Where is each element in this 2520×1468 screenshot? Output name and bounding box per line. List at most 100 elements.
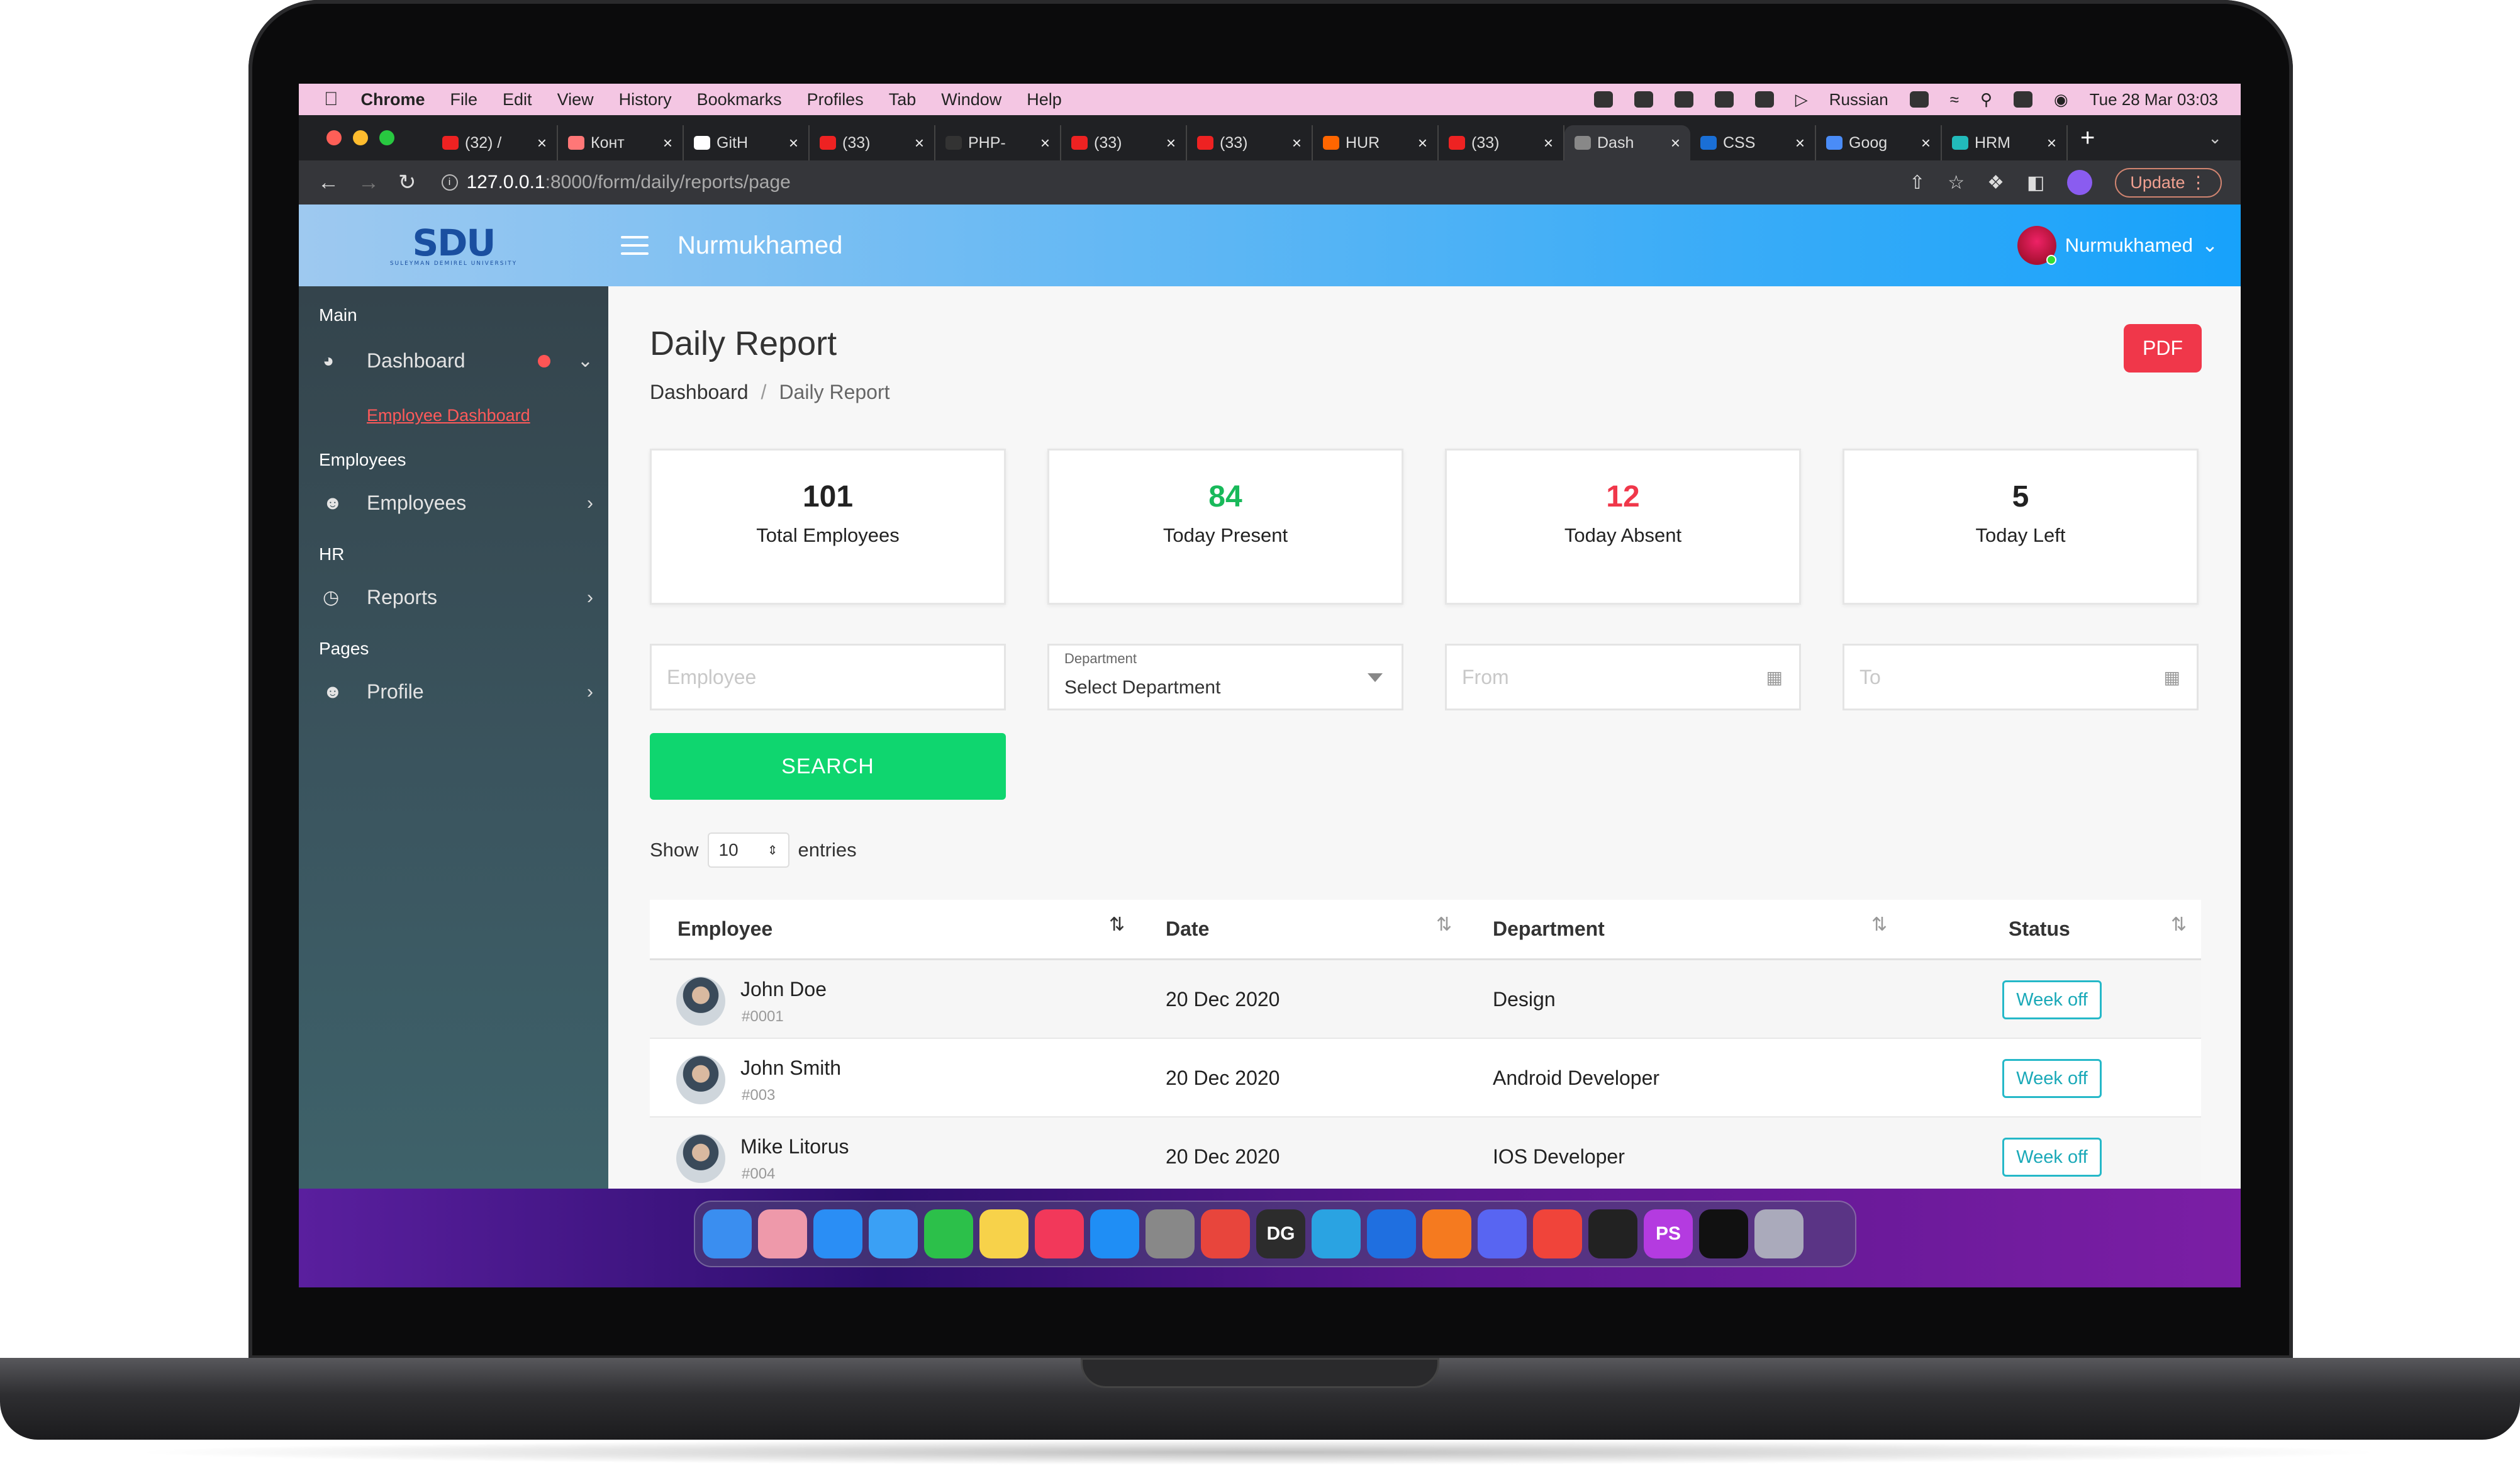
close-tab-icon[interactable]: × (537, 133, 547, 153)
calendar-icon[interactable]: ▦ (2164, 667, 2180, 688)
reload-icon[interactable]: ↻ (398, 170, 416, 195)
close-tab-icon[interactable]: × (2047, 133, 2056, 153)
menu-help[interactable]: Help (1027, 90, 1062, 109)
column-header-date[interactable]: Date (1166, 917, 1209, 941)
facetime-icon[interactable] (924, 1209, 973, 1258)
entries-select[interactable]: 10 ⇕ (707, 832, 789, 868)
browser-tab[interactable]: Goog × (1816, 125, 1942, 160)
profile-avatar-icon[interactable] (2067, 170, 2093, 195)
settings-icon[interactable] (1146, 1209, 1195, 1258)
safari-icon[interactable] (813, 1209, 862, 1258)
extensions-icon[interactable]: ❖ (1987, 172, 2004, 194)
battery-icon[interactable] (1714, 91, 1734, 108)
avatar[interactable] (676, 977, 725, 1026)
browser-tab[interactable]: GitH × (684, 125, 810, 160)
telegram-icon[interactable] (1312, 1209, 1361, 1258)
close-tab-icon[interactable]: × (915, 133, 924, 153)
siri-icon[interactable]: ◉ (2054, 90, 2068, 109)
new-tab-icon[interactable]: + (2080, 124, 2095, 152)
column-header-department[interactable]: Department (1493, 917, 1605, 941)
close-tab-icon[interactable]: × (1921, 133, 1931, 153)
user-menu[interactable]: Nurmukhamed ⌄ (2017, 226, 2218, 265)
sidebar-item-employees[interactable]: ☻ Employees › (323, 491, 593, 515)
browser-tab[interactable]: HRM × (1942, 125, 2068, 160)
play-icon[interactable]: ▷ (1795, 90, 1808, 109)
close-tab-icon[interactable]: × (1544, 133, 1553, 153)
browser-tab[interactable]: Конт × (558, 125, 684, 160)
wechat-icon[interactable] (1754, 91, 1774, 108)
to-date-input[interactable]: To ▦ (1843, 644, 2199, 710)
status-badge[interactable]: Week off (2002, 980, 2102, 1019)
search-button[interactable]: SEARCH (650, 733, 1006, 800)
browser-tab[interactable]: (33) × (1439, 125, 1564, 160)
close-tab-icon[interactable]: × (1671, 133, 1680, 153)
pdf-export-button[interactable]: PDF (2124, 324, 2202, 373)
shield-app-icon[interactable] (1367, 1209, 1416, 1258)
charging-icon[interactable] (1909, 91, 1929, 108)
sort-icon[interactable]: ⇅ (1436, 914, 1452, 936)
update-button[interactable]: Update ⋮ (2115, 167, 2222, 198)
wifi-icon[interactable]: ≈ (1950, 90, 1959, 109)
notes-icon[interactable] (979, 1209, 1029, 1258)
spotlight-icon[interactable]: ⚲ (1980, 90, 1992, 109)
back-icon[interactable]: ← (318, 171, 339, 195)
table-row[interactable]: John Doe #0001 20 Dec 2020 Design Week o… (650, 960, 2201, 1039)
employee-name[interactable]: John Smith (740, 1056, 841, 1080)
breadcrumb-home[interactable]: Dashboard (650, 381, 749, 404)
url-field[interactable]: i 127.0.0.1:8000/form/daily/reports/page (441, 172, 791, 193)
menu-chrome[interactable]: Chrome (361, 90, 425, 109)
close-tab-icon[interactable]: × (1795, 133, 1805, 153)
clock[interactable]: Tue 28 Mar 03:03 (2090, 90, 2218, 109)
xmind-icon[interactable] (1533, 1209, 1582, 1258)
apple-icon[interactable]:  (324, 89, 338, 110)
table-row[interactable]: Mike Litorus #004 20 Dec 2020 IOS Develo… (650, 1118, 2201, 1189)
forward-icon[interactable]: → (358, 171, 379, 195)
menu-history[interactable]: History (619, 90, 672, 109)
browser-tab[interactable]: CSS × (1690, 125, 1816, 160)
close-tab-icon[interactable]: × (1418, 133, 1427, 153)
menu-profiles[interactable]: Profiles (807, 90, 864, 109)
employee-search-input[interactable]: Employee (650, 644, 1006, 710)
input-language[interactable]: Russian (1829, 90, 1888, 109)
status-app-icon[interactable] (1674, 91, 1693, 108)
control-center-icon[interactable] (2014, 91, 2033, 108)
trash-icon[interactable] (1754, 1209, 1804, 1258)
share-icon[interactable]: ⇧ (1909, 172, 1925, 194)
screen-icon[interactable] (1699, 1209, 1748, 1258)
menu-edit[interactable]: Edit (503, 90, 532, 109)
calendar-icon[interactable]: ▦ (1766, 667, 1783, 688)
browser-tab[interactable]: Dash × (1564, 125, 1690, 160)
status-badge[interactable]: Week off (2002, 1138, 2102, 1177)
music-icon[interactable] (1035, 1209, 1084, 1258)
minimize-window-icon[interactable] (353, 130, 368, 145)
appstore-icon[interactable] (1090, 1209, 1139, 1258)
close-tab-icon[interactable]: × (1040, 133, 1050, 153)
column-header-employee[interactable]: Employee (677, 917, 772, 941)
browser-tab[interactable]: (33) × (810, 125, 935, 160)
menu-tab[interactable]: Tab (889, 90, 917, 109)
maximize-window-icon[interactable] (379, 130, 394, 145)
from-date-input[interactable]: From ▦ (1445, 644, 1801, 710)
mail-icon[interactable] (869, 1209, 918, 1258)
avatar[interactable] (676, 1055, 725, 1104)
department-select[interactable]: Department Select Department (1047, 644, 1403, 710)
status-app-icon[interactable] (1634, 91, 1653, 108)
launchpad-icon[interactable] (758, 1209, 807, 1258)
finder-icon[interactable] (703, 1209, 752, 1258)
browser-tab[interactable]: (32) / × (432, 125, 558, 160)
info-icon[interactable]: i (441, 174, 458, 191)
chrome-icon[interactable] (1201, 1209, 1250, 1258)
employee-name[interactable]: John Doe (740, 978, 827, 1001)
menu-view[interactable]: View (557, 90, 594, 109)
browser-tab[interactable]: PHP- × (935, 125, 1061, 160)
avatar[interactable] (676, 1134, 725, 1183)
sidepanel-icon[interactable]: ◧ (2027, 172, 2044, 194)
sidebar-item-reports[interactable]: ◷ Reports › (323, 586, 593, 609)
pen-app-icon[interactable] (1422, 1209, 1471, 1258)
sidebar-item-dashboard[interactable]: ◕ Dashboard ⌄ (323, 349, 593, 373)
close-tab-icon[interactable]: × (1292, 133, 1302, 153)
menu-window[interactable]: Window (941, 90, 1001, 109)
menu-bookmarks[interactable]: Bookmarks (697, 90, 782, 109)
sidebar-item-profile[interactable]: ☻ Profile › (323, 680, 593, 703)
bookmark-star-icon[interactable]: ☆ (1948, 172, 1965, 194)
